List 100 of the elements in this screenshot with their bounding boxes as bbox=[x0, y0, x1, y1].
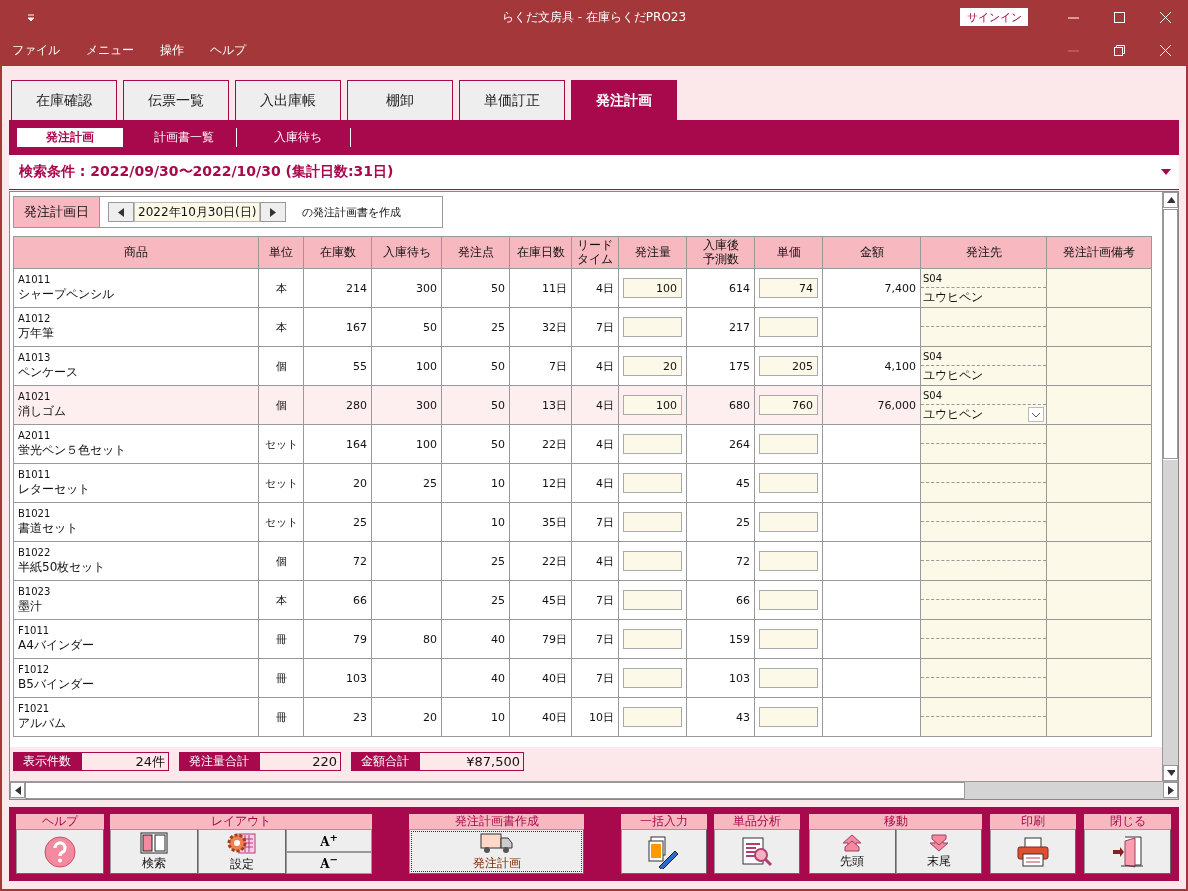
stock-days-cell: 11日 bbox=[509, 268, 572, 308]
subtab[interactable]: 発注計画 bbox=[17, 128, 123, 147]
unit-price-field[interactable]: 205 bbox=[759, 356, 818, 376]
remarks-field[interactable] bbox=[1046, 268, 1152, 308]
close-icon[interactable] bbox=[1159, 11, 1171, 23]
remarks-field[interactable] bbox=[1046, 346, 1152, 386]
stock-cell: 66 bbox=[303, 580, 372, 620]
product-code: A2011 bbox=[18, 429, 52, 441]
toolbar-button[interactable] bbox=[1084, 829, 1171, 874]
remarks-field[interactable] bbox=[1046, 697, 1152, 737]
unit-price-field[interactable] bbox=[759, 590, 818, 610]
unit-price-field[interactable]: 74 bbox=[759, 278, 818, 298]
table-row[interactable]: F1021 アルバム 冊 23 20 10 40日 10日 43 bbox=[13, 697, 1152, 737]
date-field[interactable]: 2022年10月30日(日) bbox=[134, 202, 261, 222]
stock-cell: 103 bbox=[303, 658, 372, 698]
menu-item[interactable]: メニュー bbox=[86, 41, 134, 59]
order-quantity-field[interactable]: 20 bbox=[623, 356, 682, 376]
table-row[interactable]: B1023 墨汁 本 66 25 45日 7日 66 bbox=[13, 580, 1152, 620]
remarks-field[interactable] bbox=[1046, 619, 1152, 659]
gear-grid-icon bbox=[227, 830, 257, 855]
unit-price-field[interactable] bbox=[759, 434, 818, 454]
order-quantity-field[interactable]: 100 bbox=[623, 395, 682, 415]
toolbar-button[interactable] bbox=[990, 829, 1076, 874]
table-row[interactable]: A1012 万年筆 本 167 50 25 32日 7日 217 bbox=[13, 307, 1152, 347]
next-date-button[interactable] bbox=[260, 202, 287, 222]
toolbar-button[interactable] bbox=[714, 829, 800, 874]
tab[interactable]: 発注計画 bbox=[571, 80, 677, 120]
product-code: A1012 bbox=[18, 312, 52, 324]
menu-item[interactable]: ファイル bbox=[12, 41, 60, 59]
unit-price-field[interactable] bbox=[759, 551, 818, 571]
toolbar-button[interactable] bbox=[621, 829, 707, 874]
tab[interactable]: 単価訂正 bbox=[459, 80, 565, 120]
lead-time-cell: 7日 bbox=[571, 307, 619, 347]
remarks-field[interactable] bbox=[1046, 463, 1152, 503]
remarks-field[interactable] bbox=[1046, 541, 1152, 581]
menu-item[interactable]: 操作 bbox=[160, 41, 184, 59]
vertical-scrollbar[interactable] bbox=[1162, 192, 1178, 781]
product-code: F1021 bbox=[18, 702, 51, 714]
product-name: 墨汁 bbox=[18, 597, 43, 615]
order-quantity-field[interactable]: 100 bbox=[623, 278, 682, 298]
toolbar-button[interactable]: 検索 bbox=[110, 829, 198, 874]
product-code: F1011 bbox=[18, 624, 51, 636]
unit-price-field[interactable] bbox=[759, 668, 818, 688]
table-row[interactable]: B1011 レターセット セット 20 25 10 12日 4日 45 bbox=[13, 463, 1152, 503]
order-quantity-field[interactable] bbox=[623, 434, 682, 454]
order-quantity-field[interactable] bbox=[623, 317, 682, 337]
order-quantity-field[interactable] bbox=[623, 629, 682, 649]
lead-time-cell: 4日 bbox=[571, 385, 619, 425]
dropdown-button[interactable] bbox=[1028, 407, 1044, 422]
order-quantity-field[interactable] bbox=[623, 590, 682, 610]
tab[interactable]: 棚卸 bbox=[347, 80, 453, 120]
remarks-field[interactable] bbox=[1046, 307, 1152, 347]
table-row[interactable]: F1012 B5バインダー 冊 103 40 40日 7日 103 bbox=[13, 658, 1152, 698]
restore-icon[interactable] bbox=[1113, 44, 1125, 56]
table-row[interactable]: A1021 消しゴム 個 280 300 50 13日 4日 100 680 760 76,000 S04 ユウヒペン bbox=[13, 385, 1152, 425]
quick-access-icon[interactable] bbox=[26, 12, 36, 22]
toolbar-button[interactable]: 発注計画 bbox=[409, 829, 584, 874]
tab[interactable]: 伝票一覧 bbox=[123, 80, 229, 120]
order-quantity-field[interactable] bbox=[623, 707, 682, 727]
order-quantity-field[interactable] bbox=[623, 473, 682, 493]
remarks-field[interactable] bbox=[1046, 385, 1152, 425]
table-row[interactable]: A2011 蛍光ペン５色セット セット 164 100 50 22日 4日 264 bbox=[13, 424, 1152, 464]
unit-price-field[interactable] bbox=[759, 629, 818, 649]
dropdown-triangle-icon[interactable] bbox=[1161, 169, 1171, 175]
unit-price-field[interactable] bbox=[759, 707, 818, 727]
tab[interactable]: 在庫確認 bbox=[11, 80, 117, 120]
toolbar-button[interactable]: 末尾 bbox=[895, 829, 982, 874]
close-icon[interactable] bbox=[1159, 44, 1171, 56]
table-row[interactable]: B1022 半紙50枚セット 個 72 25 22日 4日 72 bbox=[13, 541, 1152, 581]
stock-days-cell: 35日 bbox=[509, 502, 572, 542]
font-size-button[interactable]: A$^{+}$ bbox=[286, 829, 372, 852]
order-quantity-field[interactable] bbox=[623, 512, 682, 532]
remarks-field[interactable] bbox=[1046, 502, 1152, 542]
subtab[interactable]: 計画書一覧 bbox=[131, 128, 237, 147]
toolbar-button[interactable]: 設定 bbox=[198, 829, 286, 874]
remarks-field[interactable] bbox=[1046, 580, 1152, 620]
subtab[interactable]: 入庫待ち bbox=[245, 128, 351, 147]
tab[interactable]: 入出庫帳 bbox=[235, 80, 341, 120]
maximize-icon[interactable] bbox=[1113, 11, 1125, 23]
horizontal-scrollbar[interactable] bbox=[10, 781, 1178, 799]
table-row[interactable]: A1013 ペンケース 個 55 100 50 7日 4日 20 175 205 4,100 S04 ユウヒペン bbox=[13, 346, 1152, 386]
table-row[interactable]: A1011 シャープペンシル 本 214 300 50 11日 4日 100 614 74 7,400 S04 ユウヒペン bbox=[13, 268, 1152, 308]
signin-button[interactable]: サインイン bbox=[960, 8, 1028, 26]
forecast-cell: 103 bbox=[686, 658, 755, 698]
unit-price-field[interactable] bbox=[759, 473, 818, 493]
toolbar-button[interactable]: 先頭 bbox=[809, 829, 896, 874]
unit-price-field[interactable] bbox=[759, 512, 818, 532]
menu-item[interactable]: ヘルプ bbox=[210, 41, 246, 59]
toolbar-button[interactable] bbox=[16, 829, 104, 874]
lead-time-cell: 4日 bbox=[571, 463, 619, 503]
order-quantity-field[interactable] bbox=[623, 668, 682, 688]
unit-price-field[interactable]: 760 bbox=[759, 395, 818, 415]
remarks-field[interactable] bbox=[1046, 658, 1152, 698]
table-row[interactable]: F1011 A4バインダー 冊 79 80 40 79日 7日 159 bbox=[13, 619, 1152, 659]
order-quantity-field[interactable] bbox=[623, 551, 682, 571]
font-size-button[interactable]: A$^{−}$ bbox=[286, 851, 372, 874]
previous-date-button[interactable] bbox=[108, 202, 134, 222]
unit-price-field[interactable] bbox=[759, 317, 818, 337]
table-row[interactable]: B1021 書道セット セット 25 10 35日 7日 25 bbox=[13, 502, 1152, 542]
remarks-field[interactable] bbox=[1046, 424, 1152, 464]
